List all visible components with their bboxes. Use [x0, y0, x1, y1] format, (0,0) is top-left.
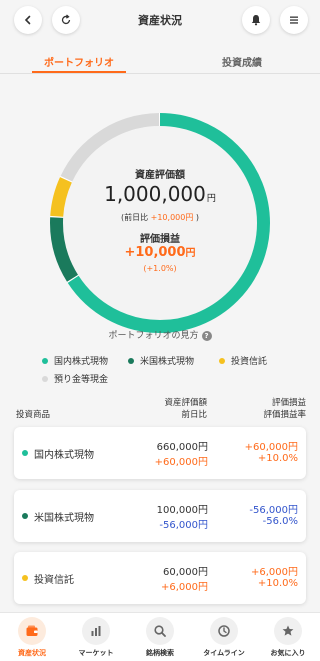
- hamburger-menu-icon: [290, 16, 298, 24]
- holding-card-fund[interactable]: 投資信託 60,000円 +6,000円 +6,000円 +10.0%: [14, 552, 306, 604]
- holding-profit-loss-rate: -56.0%: [262, 516, 298, 527]
- nav-label-timeline: タイムライン: [203, 649, 245, 657]
- donut-svg: [50, 113, 270, 333]
- help-icon: ?: [201, 331, 212, 341]
- nav-item-search[interactable]: 銘柄検索: [128, 613, 192, 661]
- profit-loss-rate: (+1.0%): [143, 264, 177, 273]
- holding-name: 投資信託: [34, 575, 74, 586]
- column-product: 投資商品: [16, 410, 51, 420]
- asset-value: 1,000,000円: [45, 182, 275, 206]
- bar-chart-icon: [82, 617, 110, 645]
- legend-label: 投資信託: [231, 357, 268, 367]
- profit-loss-unit: 円: [185, 248, 196, 259]
- holding-day-change: +60,000円: [154, 457, 208, 468]
- asset-value-unit: 円: [206, 194, 216, 204]
- holding-name: 米国株式現物: [34, 513, 94, 524]
- nav-label-favorites: お気に入り: [270, 649, 306, 657]
- column-value-line1: 資産評価額: [164, 398, 207, 408]
- nav-item-timeline[interactable]: タイムライン: [192, 613, 256, 661]
- holding-profit-loss: -56,000円: [249, 505, 298, 516]
- page-title: 資産状況: [138, 14, 182, 27]
- holding-value: 60,000円: [163, 567, 208, 578]
- legend-dot-cash: [42, 375, 48, 382]
- legend-dot-us: [128, 357, 134, 364]
- menu-button[interactable]: [280, 6, 308, 34]
- tab-performance[interactable]: 投資成績: [222, 54, 262, 69]
- legend-item-cash: 預り金等現金: [42, 372, 108, 385]
- holding-dot: [22, 575, 28, 581]
- day-change: (前日比 +10,000円 ): [45, 212, 275, 223]
- legend-dot-domestic: [42, 357, 48, 364]
- holding-profit-loss: +6,000円: [250, 567, 298, 578]
- column-profit-loss: 評価損益 評価損益率: [263, 397, 306, 421]
- day-change-value: +10,000円: [150, 213, 194, 222]
- legend-label: 国内株式現物: [54, 357, 109, 367]
- nav-item-market[interactable]: マーケット: [64, 613, 128, 661]
- holding-card-domestic[interactable]: 国内株式現物 660,000円 +60,000円 +60,000円 +10.0%: [14, 427, 306, 479]
- donut-inner-area: [63, 126, 257, 320]
- nav-label-market: マーケット: [78, 649, 114, 657]
- column-value-line2: 前日比: [181, 410, 207, 420]
- nav-item-assets[interactable]: 資産状況: [0, 613, 64, 661]
- legend-item-us: 米国株式現物: [128, 354, 194, 367]
- nav-label-search: 銘柄検索: [146, 649, 174, 657]
- legend-item-domestic: 国内株式現物: [42, 354, 108, 367]
- holding-name: 国内株式現物: [34, 450, 94, 461]
- holding-day-change: -56,000円: [159, 520, 208, 531]
- legend-label: 預り金等現金: [54, 375, 109, 385]
- tab-bar: ポートフォリオ 投資成績: [0, 48, 320, 74]
- holding-dot: [22, 450, 28, 456]
- holding-value: 660,000円: [156, 442, 208, 453]
- search-icon: [146, 617, 174, 645]
- legend-dot-fund: [219, 357, 225, 364]
- day-change-suffix: ): [195, 213, 200, 222]
- active-tab-indicator: [32, 71, 126, 73]
- asset-value-number: 1,000,000: [104, 182, 206, 206]
- holding-profit-loss-rate: +10.0%: [257, 453, 298, 464]
- notification-button[interactable]: [242, 6, 270, 34]
- holding-profit-loss-rate: +10.0%: [257, 578, 298, 589]
- wallet-icon: [18, 617, 46, 645]
- tab-portfolio[interactable]: ポートフォリオ: [44, 54, 114, 69]
- nav-label-assets: 資産状況: [18, 649, 46, 657]
- holding-card-us[interactable]: 米国株式現物 100,000円 -56,000円 -56,000円 -56.0%: [14, 490, 306, 542]
- holding-day-change: +6,000円: [160, 582, 208, 593]
- asset-value-label: 資産評価額: [135, 170, 185, 181]
- bottom-navigation: 資産状況 マーケット 銘柄検索 タイムライン お気に入り: [0, 612, 320, 661]
- column-pl-line1: 評価損益: [271, 398, 306, 408]
- legend-label: 米国株式現物: [140, 357, 195, 367]
- day-change-prefix: (前日比: [120, 213, 149, 222]
- portfolio-donut-chart: 資産評価額 1,000,000円 (前日比 +10,000円 ) 評価損益 +1…: [45, 108, 275, 338]
- profit-loss-number: +10,000: [124, 245, 186, 260]
- bell-icon: [251, 15, 261, 26]
- holding-value: 100,000円: [156, 505, 208, 516]
- clock-icon: [210, 617, 238, 645]
- portfolio-guide-label: ポートフォリオの見方: [108, 331, 199, 341]
- column-pl-line2: 評価損益率: [263, 410, 306, 420]
- header: 資産状況: [0, 0, 320, 42]
- profit-loss-value: +10,000円: [45, 244, 275, 260]
- portfolio-guide-link[interactable]: ポートフォリオの見方?: [0, 328, 320, 341]
- column-value: 資産評価額 前日比: [164, 397, 207, 421]
- legend-item-fund: 投資信託: [219, 354, 267, 367]
- profit-loss-label: 評価損益: [140, 234, 180, 245]
- star-icon: [274, 617, 302, 645]
- holding-dot: [22, 513, 28, 519]
- nav-item-favorites[interactable]: お気に入り: [256, 613, 320, 661]
- holding-profit-loss: +60,000円: [244, 442, 298, 453]
